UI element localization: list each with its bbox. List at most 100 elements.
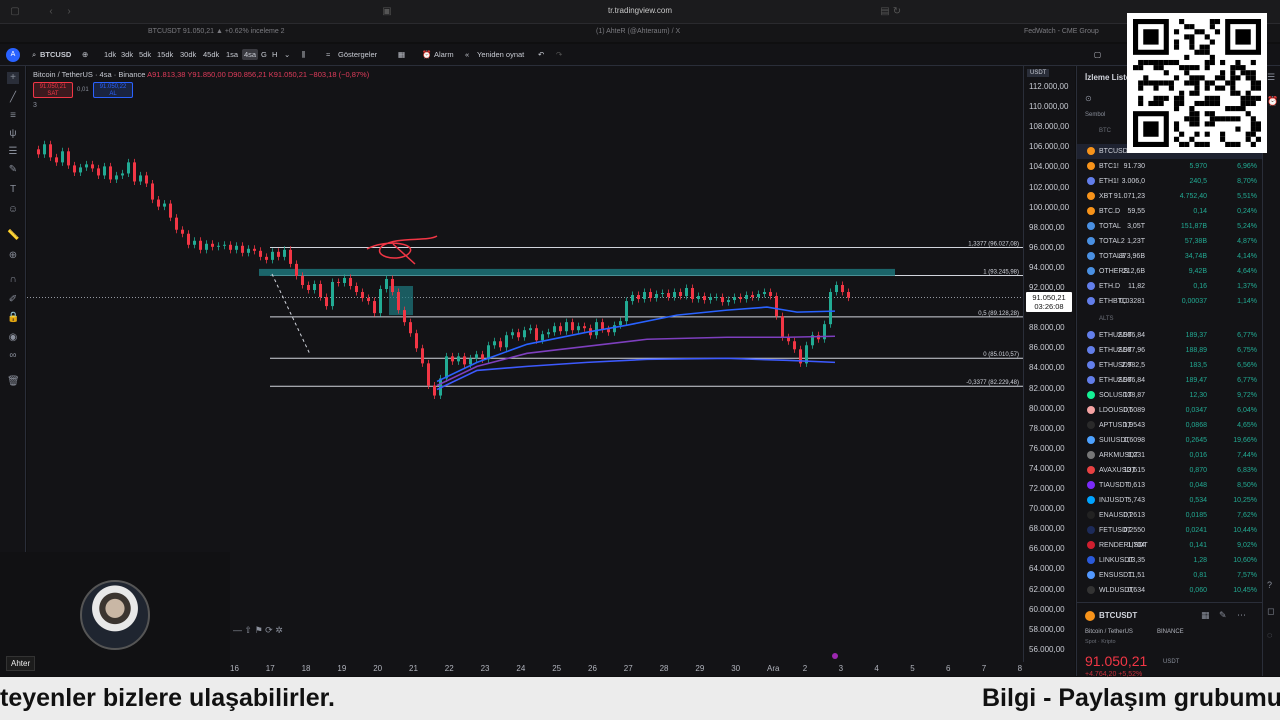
- annotation-strike[interactable]: [392, 243, 416, 265]
- minus-icon[interactable]: —: [233, 625, 242, 635]
- watchlist-row[interactable]: TOTAL3 873,96B 34,74B 4,14%: [1077, 249, 1263, 264]
- watchlist-row[interactable]: ARKMUSDT 0,231 0,016 7,44%: [1077, 448, 1263, 463]
- watchlist-row[interactable]: ETHUSDT 2.986,84 189,37 6,77%: [1077, 328, 1263, 343]
- forward-icon[interactable]: ›: [62, 6, 76, 18]
- alarm-button[interactable]: Alarm: [434, 50, 454, 59]
- alerts-icon[interactable]: ⏰: [1267, 96, 1278, 107]
- symbol-search[interactable]: BTCUSD: [40, 50, 71, 59]
- brush-icon[interactable]: ✎: [7, 164, 19, 176]
- alarm-icon[interactable]: ⏰: [422, 50, 431, 59]
- tab-tradingview[interactable]: BTCUSDT 91.050,21 ▲ +0.62% inceleme 2: [148, 28, 285, 35]
- pitchfork-icon[interactable]: ψ: [7, 128, 19, 140]
- sidebar-icon[interactable]: ▢: [8, 6, 22, 18]
- arrow-up-icon[interactable]: ⇧: [245, 625, 253, 635]
- reload-icon[interactable]: ↻: [890, 6, 904, 18]
- undo-icon[interactable]: ↶: [538, 50, 544, 59]
- watchlist-row[interactable]: ETHBTC 0,03281 0,00037 1,14%: [1077, 294, 1263, 309]
- watchlist-row[interactable]: LDOUSDT 0,6089 0,0347 6,04%: [1077, 403, 1263, 418]
- watchlist-row[interactable]: TOTAL2 1,23T 57,38B 4,87%: [1077, 234, 1263, 249]
- watchlist-row[interactable]: ETHUSDT 2.982,5 183,5 6,56%: [1077, 358, 1263, 373]
- watchlist-row[interactable]: INJUSDT 5,743 0,534 10,25%: [1077, 493, 1263, 508]
- watchlist-row[interactable]: ETHUSDT 2.987,96 188,89 6,75%: [1077, 343, 1263, 358]
- interval-15m[interactable]: 15dk: [157, 50, 173, 59]
- fib-icon[interactable]: ☰: [7, 146, 19, 158]
- watchlist-row[interactable]: XBT 91.071,23 4.752,40 5,51%: [1077, 189, 1263, 204]
- watchlist-row[interactable]: BTC.D 59,55 0,14 0,24%: [1077, 204, 1263, 219]
- watchlist-row[interactable]: SUIUSDT 1,6098 0,2645 19,66%: [1077, 433, 1263, 448]
- indicator-count[interactable]: 3: [33, 102, 37, 109]
- redo-icon[interactable]: ↷: [556, 50, 562, 59]
- watchlist-row[interactable]: ETH.D 11,82 0,16 1,37%: [1077, 279, 1263, 294]
- symbol-title[interactable]: Bitcoin / TetherUS · 4sa · Binance: [33, 70, 145, 79]
- watchlist-row[interactable]: AVAXUSDT 13,615 0,870 6,83%: [1077, 463, 1263, 478]
- dashed-trendline[interactable]: [271, 273, 311, 355]
- watchlist-row[interactable]: RENDERUSDT 1,704 0,141 9,02%: [1077, 538, 1263, 553]
- vwap-upper-band[interactable]: [436, 306, 836, 383]
- vwap-mid-band[interactable]: [436, 335, 836, 387]
- watchlist-row[interactable]: FETUSDT 0,2550 0,0241 10,44%: [1077, 523, 1263, 538]
- magnet-icon[interactable]: ∩: [7, 274, 19, 286]
- lock-drawing-icon[interactable]: ✐: [7, 294, 19, 306]
- settings-icon[interactable]: ✲: [275, 625, 283, 635]
- supply-zone[interactable]: [259, 268, 895, 276]
- vwap-lower-band[interactable]: [436, 357, 836, 391]
- back-icon[interactable]: ‹: [44, 6, 58, 18]
- watchlist-row[interactable]: ENSUSDT 11,51 0,81 7,57%: [1077, 568, 1263, 583]
- indicators-button[interactable]: Göstergeler: [338, 50, 377, 59]
- add-symbol-icon[interactable]: ⊕: [82, 50, 88, 59]
- more-icon[interactable]: ⋯: [1237, 610, 1246, 621]
- drawing-float-toolbar[interactable]: — ⇧ ⚑ ⟳ ✲: [230, 624, 286, 637]
- watchlist-row[interactable]: OTHERS 212,6B 9,42B 4,64%: [1077, 264, 1263, 279]
- interval-5m[interactable]: 5dk: [139, 50, 151, 59]
- grid-icon[interactable]: ▦: [1201, 610, 1210, 621]
- indicators-icon[interactable]: ≈: [326, 50, 330, 59]
- avatar[interactable]: A: [6, 48, 20, 62]
- lock-icon[interactable]: 🔒: [7, 312, 19, 324]
- interval-3m[interactable]: 3dk: [121, 50, 133, 59]
- trendline-icon[interactable]: ╱: [7, 92, 19, 104]
- interval-day[interactable]: G: [261, 50, 267, 59]
- horizontal-line-icon[interactable]: ≡: [7, 110, 19, 122]
- watchlist-row[interactable]: APTUSDT 1,9543 0,0868 4,65%: [1077, 418, 1263, 433]
- emoji-icon[interactable]: ☺: [7, 204, 19, 216]
- watchlist-title[interactable]: İzleme Liste: [1085, 73, 1130, 82]
- search-icon[interactable]: ⌕: [32, 50, 36, 60]
- replay-button[interactable]: Yeniden oynat: [477, 50, 524, 59]
- detail-symbol[interactable]: BTCUSDT: [1099, 611, 1137, 620]
- interval-1h[interactable]: 1sa: [226, 50, 238, 59]
- address-bar[interactable]: tr.tradingview.com: [560, 6, 720, 15]
- interval-1m[interactable]: 1dk: [104, 50, 116, 59]
- chart-type-icon[interactable]: ⫼: [302, 50, 305, 60]
- interval-week[interactable]: H: [272, 50, 277, 59]
- zoom-icon[interactable]: ⊕: [7, 250, 19, 262]
- watchlist-row[interactable]: ETHUSDT 2.986,84 189,47 6,77%: [1077, 373, 1263, 388]
- event-marker[interactable]: [832, 653, 838, 659]
- ruler-icon[interactable]: 📏: [7, 230, 19, 242]
- watchlist-row[interactable]: TIAUSDT 0,613 0,048 8,50%: [1077, 478, 1263, 493]
- notifications-icon[interactable]: ◌: [1267, 630, 1272, 640]
- shield-icon[interactable]: ▣: [380, 6, 394, 18]
- watchlist-row[interactable]: TOTAL 3,05T 151,87B 5,24%: [1077, 219, 1263, 234]
- buy-button[interactable]: 91.050,22 AL: [93, 82, 133, 98]
- chevron-down-icon[interactable]: ⌄: [284, 50, 290, 59]
- eye-icon[interactable]: ◉: [7, 332, 19, 344]
- watchlist-row[interactable]: LINKUSDT 13,35 1,28 10,60%: [1077, 553, 1263, 568]
- annotation-scribble[interactable]: [366, 235, 438, 259]
- layouts-icon[interactable]: ▦: [398, 50, 405, 59]
- text-icon[interactable]: T: [7, 184, 19, 196]
- flag-icon[interactable]: ⚑: [255, 625, 263, 635]
- sell-button[interactable]: 91.050,21 SAT: [33, 82, 73, 98]
- help-icon[interactable]: ?: [1267, 580, 1272, 590]
- interval-30m[interactable]: 30dk: [180, 50, 196, 59]
- chat-icon[interactable]: ◻: [1267, 606, 1274, 617]
- watchlist-menu-icon[interactable]: ⊙: [1085, 94, 1092, 103]
- watchlist-row[interactable]: BTC1! 91.730 5.970 6,96%: [1077, 159, 1263, 174]
- interval-4h[interactable]: 4sa: [242, 49, 259, 60]
- column-symbol[interactable]: Sembol: [1085, 112, 1105, 118]
- tab-twitter[interactable]: (1) AhteR (@Ahteraum) / X: [596, 28, 680, 35]
- replay-icon[interactable]: «: [465, 50, 469, 59]
- section-btc[interactable]: BTC: [1099, 128, 1111, 134]
- crosshair-icon[interactable]: +: [7, 72, 19, 84]
- watchlist-row[interactable]: SOLUSDT 138,87 12,30 9,72%: [1077, 388, 1263, 403]
- interval-45m[interactable]: 45dk: [203, 50, 219, 59]
